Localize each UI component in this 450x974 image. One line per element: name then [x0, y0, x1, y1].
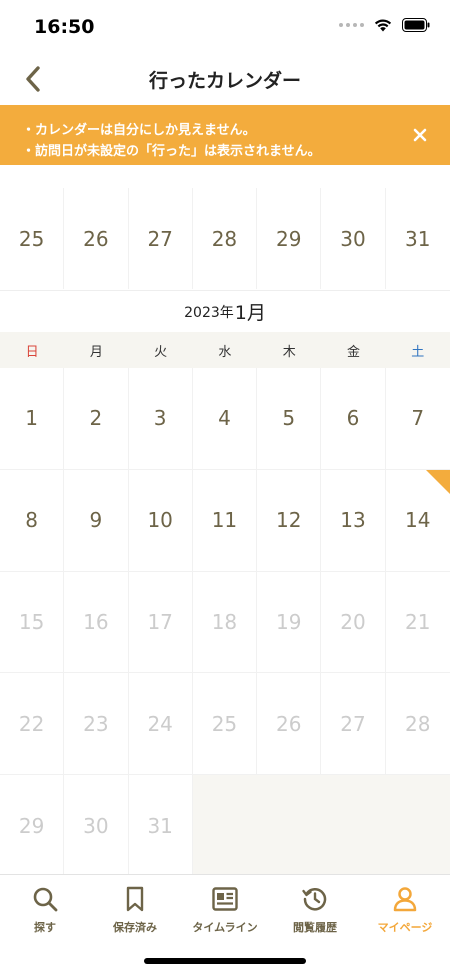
calendar-day[interactable]: 17: [128, 571, 193, 674]
calendar-day[interactable]: 12: [257, 469, 322, 572]
calendar-day[interactable]: 6: [321, 368, 386, 470]
tab-mypage[interactable]: マイページ: [360, 875, 450, 974]
weekday-label: 土: [411, 344, 425, 360]
calendar-day[interactable]: 2: [64, 368, 129, 470]
tab-label: タイムライン: [192, 921, 258, 934]
calendar-day[interactable]: 8: [0, 469, 65, 572]
wifi-icon: [374, 19, 392, 32]
tab-label: マイページ: [377, 921, 433, 934]
banner-message: ・訪問日が未設定の「行った」は表示されません。: [22, 144, 321, 159]
calendar-day[interactable]: 25: [0, 188, 65, 289]
battery-icon: [402, 18, 430, 32]
calendar-day[interactable]: 29: [0, 775, 65, 877]
status-time: 16:50: [34, 16, 95, 38]
calendar-day[interactable]: 16: [64, 571, 129, 674]
weekday-header: 日 月 火 水 木 金 土: [0, 332, 450, 368]
newspaper-icon: [211, 885, 239, 913]
calendar-day[interactable]: 24: [128, 673, 193, 776]
calendar-day[interactable]: 30: [321, 188, 386, 289]
status-icons: [339, 18, 430, 32]
month-header: 2023年 1月: [0, 290, 450, 332]
calendar-day[interactable]: 3: [128, 368, 193, 470]
calendar-day[interactable]: 29: [257, 188, 322, 289]
previous-month-week: 25 26 27 28 29 30 31: [0, 188, 450, 289]
calendar-day[interactable]: 5: [257, 368, 322, 470]
calendar-empty-cell: [385, 775, 450, 877]
calendar-day[interactable]: 28: [193, 188, 258, 289]
bookmark-icon: [121, 885, 149, 913]
weekday-label: 金: [346, 344, 360, 360]
calendar-day[interactable]: 26: [257, 673, 322, 776]
calendar-day[interactable]: 22: [0, 673, 65, 776]
calendar-day[interactable]: 31: [128, 775, 193, 877]
close-icon: [413, 128, 427, 142]
calendar-day[interactable]: 21: [385, 572, 450, 674]
calendar-day[interactable]: 31: [386, 188, 450, 289]
search-icon: [31, 885, 59, 913]
tab-label: 保存済み: [113, 921, 157, 934]
calendar-empty-cell: [257, 775, 322, 877]
history-icon: [301, 885, 329, 913]
weekday-label: 火: [154, 344, 168, 360]
calendar-day[interactable]: 9: [64, 469, 129, 572]
tab-search[interactable]: 探す: [0, 875, 90, 974]
navigation-bar: 行ったカレンダー: [0, 54, 450, 104]
calendar-day[interactable]: 26: [64, 188, 129, 289]
calendar-day[interactable]: 27: [321, 673, 386, 776]
banner-close-button[interactable]: [408, 123, 432, 147]
calendar-day[interactable]: 18: [192, 571, 258, 674]
calendar-day[interactable]: 19: [257, 571, 322, 674]
tab-label: 探す: [34, 921, 56, 934]
calendar-day[interactable]: 4: [192, 368, 258, 470]
calendar-day[interactable]: 20: [321, 571, 386, 674]
calendar-empty-cell: [321, 775, 386, 877]
calendar-grid: 1 2 3 4 5 6 7 8 9 10 11 12 13 14 15 16 1…: [0, 368, 450, 877]
person-icon: [391, 885, 419, 913]
calendar-day[interactable]: 23: [64, 673, 129, 776]
calendar-day[interactable]: 7: [385, 368, 450, 470]
calendar-day[interactable]: 1: [0, 368, 65, 470]
weekday-label: 木: [282, 344, 296, 360]
weekday-label: 水: [218, 344, 232, 360]
weekday-label: 月: [89, 344, 103, 360]
banner-message: ・カレンダーは自分にしか見えません。: [22, 123, 256, 138]
calendar-day[interactable]: 30: [64, 775, 129, 877]
calendar-empty-cell: [192, 775, 258, 877]
info-banner: ・カレンダーは自分にしか見えません。 ・訪問日が未設定の「行った」は表示されませ…: [0, 105, 450, 165]
month-name: 1月: [234, 302, 266, 324]
calendar-day[interactable]: 25: [192, 673, 258, 776]
status-bar: 16:50: [0, 0, 450, 54]
calendar-day-today[interactable]: 14: [385, 469, 450, 572]
calendar-day[interactable]: 11: [192, 469, 258, 572]
calendar-day[interactable]: 10: [128, 469, 193, 572]
calendar-day-number: 14: [405, 508, 431, 533]
signal-icon: [339, 23, 364, 27]
month-year: 2023年: [184, 304, 234, 321]
calendar-day[interactable]: 15: [0, 571, 65, 674]
page-title: 行ったカレンダー: [148, 70, 301, 92]
today-marker: [425, 469, 450, 494]
calendar-day[interactable]: 27: [129, 188, 193, 289]
home-indicator[interactable]: [144, 958, 306, 964]
calendar-day[interactable]: 28: [385, 673, 450, 776]
tab-label: 閲覧履歴: [293, 921, 337, 934]
calendar-day[interactable]: 13: [321, 469, 386, 572]
weekday-label: 日: [25, 344, 39, 360]
